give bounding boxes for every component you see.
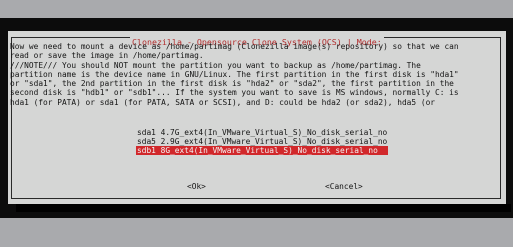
message-line: read or save the image in /home/partimag… xyxy=(10,51,204,61)
message-line: ///NOTE/// You should NOT mount the part… xyxy=(10,60,421,70)
partition-option-sda5[interactable]: sda5 2.9G_ext4(In_VMware_Virtual_S)_No_d… xyxy=(136,137,388,146)
partition-list: sda1 4.7G_ext4(In_VMware_Virtual_S)_No_d… xyxy=(136,128,389,155)
dialog-shadow xyxy=(16,204,511,212)
message-line: hda1 (for PATA) or sda1 (for PATA, SATA … xyxy=(10,97,436,107)
ok-button[interactable]: <Ok> xyxy=(187,182,206,191)
message-line: second disk is "hdb1" or "sdb1"... If th… xyxy=(10,88,459,98)
message-line: or "sda1", the 2nd partition in the firs… xyxy=(10,79,454,89)
cancel-button[interactable]: <Cancel> xyxy=(325,182,363,191)
partition-option-sda1[interactable]: sda1 4.7G_ext4(In_VMware_Virtual_S)_No_d… xyxy=(136,128,388,137)
dialog-message: Now we need to mount a device as /home/p… xyxy=(10,42,504,107)
message-line: partition name is the device name in GNU… xyxy=(10,69,459,79)
partition-option-sdb1[interactable]: sdb1 8G_ext4(In_VMware_Virtual_S)_No_dis… xyxy=(136,146,389,155)
message-line: Now we need to mount a device as /home/p… xyxy=(10,42,459,51)
